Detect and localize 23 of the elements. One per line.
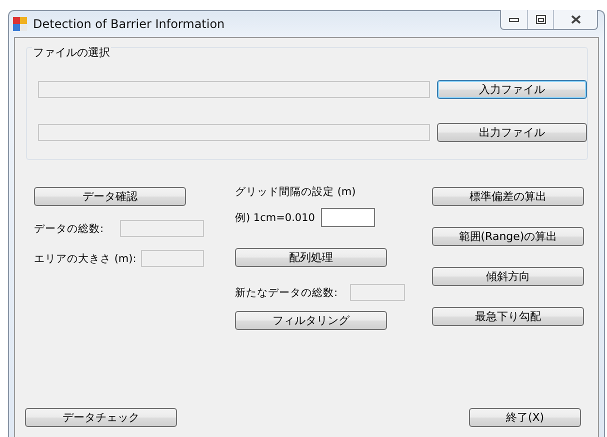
field-label: エリアの大きさ (m):: [34, 252, 136, 266]
field-label: データの総数:: [34, 222, 104, 236]
restore-icon: [536, 15, 546, 24]
data-confirm-button[interactable]: データ確認: [34, 187, 186, 206]
file-button[interactable]: 入力ファイル: [437, 80, 587, 99]
field-label: 新たなデータの総数:: [235, 286, 338, 300]
text-field[interactable]: [321, 208, 375, 227]
file-button[interactable]: 出力ファイル: [437, 123, 587, 142]
calc-button[interactable]: 範囲(Range)の算出: [432, 227, 584, 246]
grid-spacing-heading: グリッド間隔の設定 (m): [235, 185, 357, 199]
calc-button[interactable]: 傾斜方向: [432, 267, 584, 286]
exit-button[interactable]: 終了(X): [469, 408, 581, 427]
filter-button[interactable]: フィルタリング: [235, 311, 387, 330]
calc-button[interactable]: 標準偏差の算出: [432, 187, 584, 206]
minimize-icon: [509, 18, 519, 22]
close-icon: [570, 15, 580, 24]
window-title: Detection of Barrier Information: [33, 17, 225, 31]
example-label: 例) 1cm=0.010: [235, 210, 315, 224]
calc-button[interactable]: 最急下り勾配: [432, 307, 584, 326]
group-label: ファイルの選択: [32, 45, 111, 60]
data-check-button[interactable]: データチェック: [25, 408, 177, 427]
app-icon: [13, 17, 27, 31]
array-process-button[interactable]: 配列処理: [235, 248, 387, 267]
